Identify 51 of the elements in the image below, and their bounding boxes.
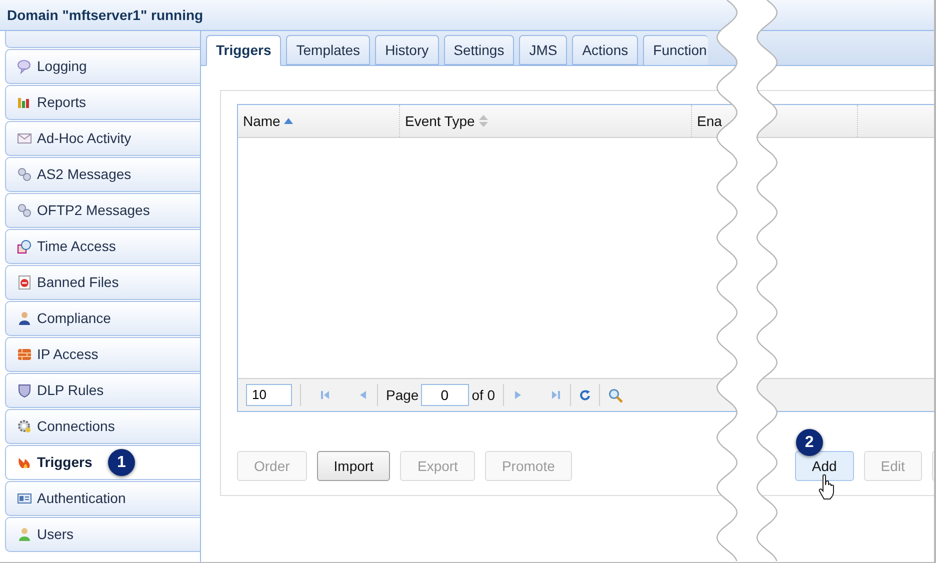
button[interactable]: Import (316, 451, 390, 481)
window-title: Domain "mftserver1" running (7, 6, 204, 25)
sidebar-item[interactable]: Ad-Hoc Activity (5, 121, 200, 156)
tab[interactable]: History (375, 35, 439, 65)
page-label: Page (386, 386, 419, 405)
sidebar-item[interactable]: Reports (5, 85, 200, 120)
chat-icon (17, 167, 32, 182)
tab[interactable]: Settings (444, 35, 514, 65)
sidebar-item[interactable]: Users (5, 517, 200, 552)
first-page-icon[interactable] (319, 389, 331, 401)
page-size-field[interactable]: 10 (246, 384, 292, 406)
column-header[interactable]: Name (238, 105, 400, 137)
envelope-icon (17, 131, 32, 146)
sidebar-item[interactable]: Logging (5, 49, 200, 84)
sidebar-item[interactable]: Triggers 1 (5, 445, 200, 480)
sidebar-item[interactable]: Compliance (5, 301, 200, 336)
person-icon (17, 527, 32, 542)
button[interactable]: Add (794, 451, 854, 481)
shield-icon (17, 383, 32, 398)
refresh-icon[interactable] (579, 389, 592, 401)
person-icon (17, 311, 32, 326)
sidebar-item[interactable]: IP Access (5, 337, 200, 372)
step-badge: 1 (108, 449, 135, 476)
tab[interactable]: Triggers (206, 35, 282, 66)
bar-chart-icon (17, 95, 32, 110)
brick-wall-icon (17, 347, 32, 362)
sidebar-item[interactable]: DLP Rules (5, 373, 200, 408)
gear-icon (17, 419, 32, 434)
tab[interactable]: Function (643, 35, 708, 65)
search-icon[interactable] (608, 388, 624, 402)
stop-sign-icon (17, 275, 32, 290)
speech-bubble-icon (17, 59, 32, 74)
tab[interactable]: JMS (519, 35, 568, 65)
sidebar-item[interactable]: Banned Files (5, 265, 200, 300)
id-card-icon (17, 491, 32, 506)
chat-icon (17, 203, 32, 218)
last-page-icon[interactable] (550, 389, 562, 401)
flame-icon (17, 455, 32, 470)
tab[interactable]: Actions (572, 35, 638, 65)
step-badge: 2 (796, 429, 823, 456)
sidebar-item[interactable]: Authentication (5, 481, 200, 516)
sidebar-item[interactable]: Time Access (5, 229, 200, 264)
page-total: of 0 (472, 386, 496, 404)
sidebar-item[interactable]: AS2 Messages (5, 157, 200, 192)
column-header[interactable]: Event Type (400, 105, 692, 137)
tab[interactable]: Templates (286, 35, 370, 65)
sidebar-item[interactable]: OFTP2 Messages (5, 193, 200, 228)
sidebar-item[interactable]: Connections (5, 409, 200, 444)
sidebar-item[interactable] (5, 31, 200, 48)
pointer-cursor-icon (818, 474, 836, 500)
page-number-field[interactable]: 0 (420, 384, 469, 406)
